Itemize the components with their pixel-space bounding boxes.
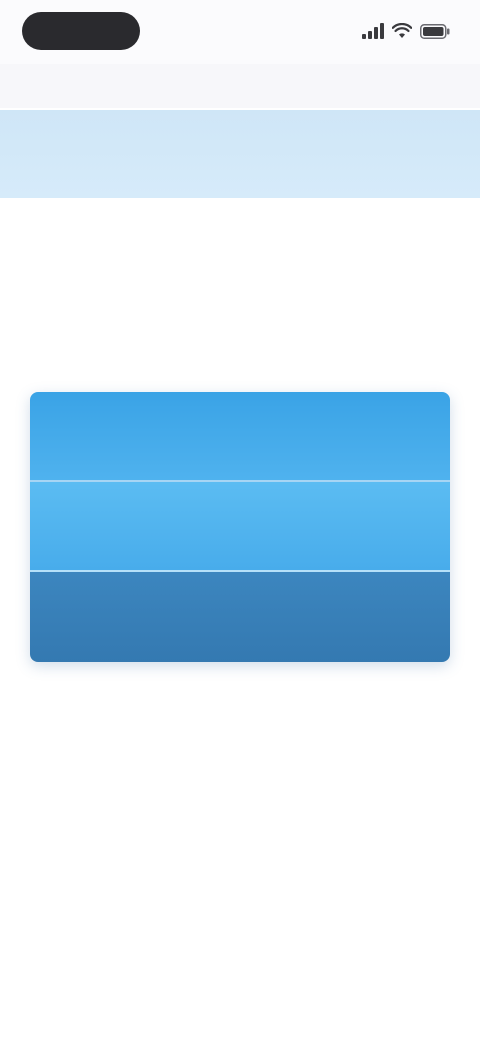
signal-icon <box>362 23 384 39</box>
wifi-icon <box>392 23 412 39</box>
option-button-2[interactable] <box>30 482 450 572</box>
status-bar <box>0 0 480 64</box>
status-icons <box>362 20 450 42</box>
browser-url-bar[interactable] <box>0 64 480 108</box>
status-time <box>22 12 140 50</box>
site-header <box>0 110 480 198</box>
phone-screen <box>0 0 480 1040</box>
option-button-1[interactable] <box>30 392 450 482</box>
option-list <box>30 392 450 662</box>
main-content <box>32 218 448 238</box>
option-button-3[interactable] <box>30 572 450 662</box>
battery-icon <box>420 23 450 39</box>
